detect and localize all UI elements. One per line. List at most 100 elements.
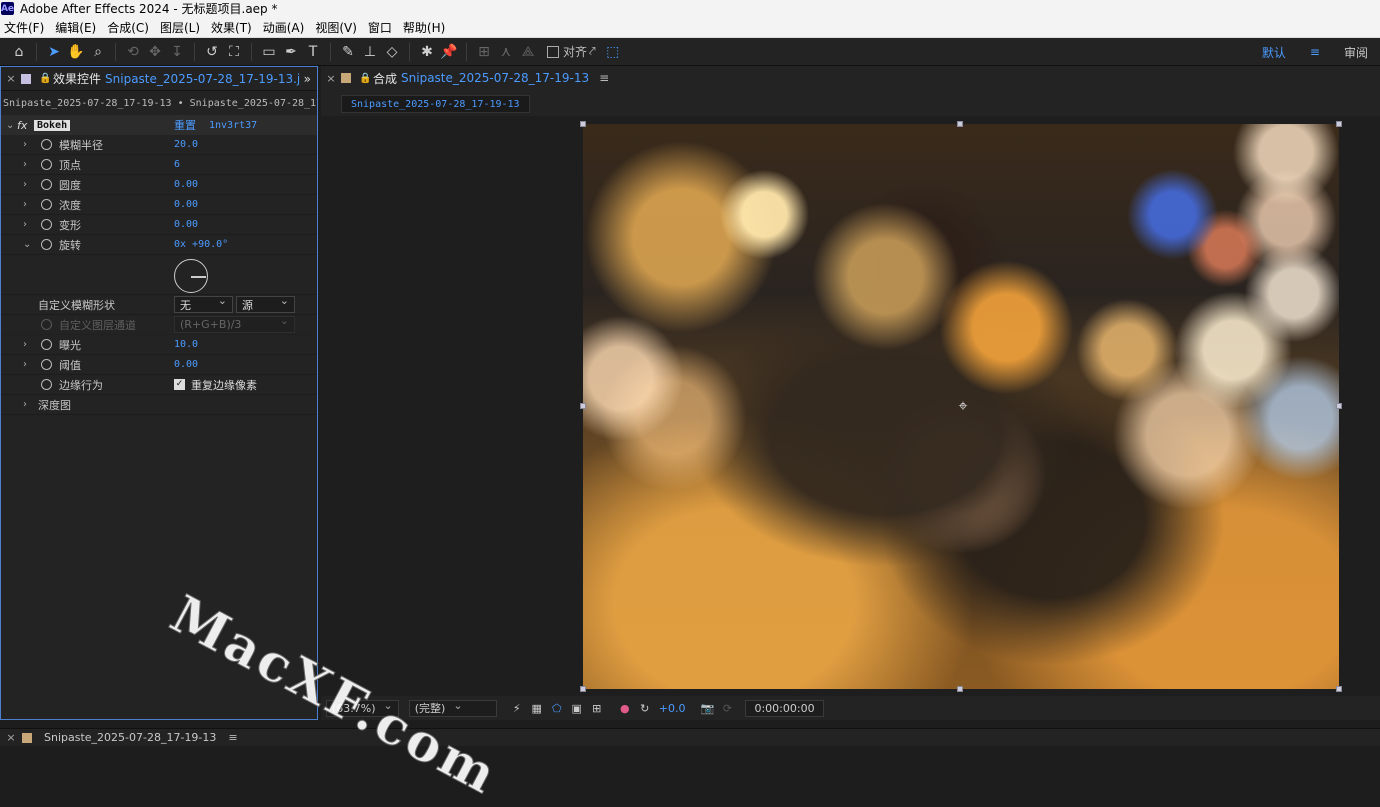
timecode-display[interactable]: 0:00:00:00 [745, 699, 824, 717]
param-row[interactable]: › 浓度 0.00 [1, 195, 317, 215]
mask-visibility-icon[interactable]: ⬠ [547, 700, 567, 717]
param-value[interactable]: 20.0 [174, 139, 198, 150]
lock-icon[interactable]: 🔒 [39, 73, 53, 84]
menu-effect[interactable]: 效果(T) [207, 19, 259, 36]
chevron-right-icon[interactable]: › [23, 179, 27, 190]
guides-icon[interactable]: ⊞ [587, 700, 607, 717]
chevron-right-icon[interactable]: › [23, 159, 27, 170]
close-icon[interactable]: × [0, 731, 22, 744]
param-value[interactable]: 0.00 [174, 199, 198, 210]
chevron-right-icon[interactable]: › [23, 339, 27, 350]
snap-options-icon[interactable]: ⤤ [589, 44, 596, 59]
rotate-tool-icon[interactable]: ↺ [201, 41, 223, 63]
rectangle-tool-icon[interactable]: ▭ [258, 41, 280, 63]
chevron-right-icon[interactable]: › [23, 399, 27, 410]
reset-exposure-icon[interactable]: ↻ [635, 700, 655, 717]
zoom-tool-icon[interactable]: ⌕ [87, 41, 109, 63]
param-row[interactable]: › 顶点 6 [1, 155, 317, 175]
transform-handle[interactable] [580, 686, 586, 692]
edge-behavior-checkbox[interactable]: ✓ [174, 379, 185, 390]
stopwatch-icon[interactable] [41, 379, 52, 390]
show-snapshot-icon[interactable]: ⟳ [717, 700, 737, 717]
menu-file[interactable]: 文件(F) [0, 19, 51, 36]
puppet-pin-tool-icon[interactable]: 📌 [438, 41, 460, 63]
stopwatch-icon[interactable] [41, 219, 52, 230]
home-icon[interactable]: ⌂ [8, 41, 30, 63]
composition-tab[interactable]: × 🔒 合成 Snipaste_2025-07-28_17-19-13 ≡ [321, 66, 1380, 90]
chevron-right-icon[interactable]: › [23, 359, 27, 370]
effect-controls-tab[interactable]: × 🔒 效果控件 Snipaste_2025-07-28_17-19-13.j … [1, 67, 317, 91]
chevron-down-icon[interactable]: ⌄ [23, 239, 31, 250]
menu-view[interactable]: 视图(V) [311, 19, 364, 36]
transform-handle[interactable] [1336, 403, 1342, 409]
fast-previews-icon[interactable]: ⚡ [507, 700, 527, 717]
snapping-toggle[interactable]: 对齐 ⤤ [547, 43, 596, 60]
stopwatch-icon[interactable] [41, 179, 52, 190]
effect-header-row[interactable]: ⌄ fx Bokeh 重置 1nv3rt37 [1, 115, 317, 135]
transparency-grid-icon[interactable]: ▦ [527, 700, 547, 717]
depth-map-row[interactable]: › 深度图 [1, 395, 317, 415]
workspace-default[interactable]: 默认 [1250, 44, 1298, 61]
workspace-menu-icon[interactable]: ≡ [1298, 45, 1332, 59]
panel-menu-icon[interactable]: ≡ [599, 71, 609, 85]
zoom-select[interactable]: (63.7%) [326, 699, 399, 717]
view-axis-icon[interactable]: ⟁ [517, 41, 539, 63]
snap-edges-icon[interactable]: ⬚ [602, 41, 624, 63]
chevron-right-icon[interactable]: › [23, 199, 27, 210]
close-icon[interactable]: × [321, 72, 341, 85]
transform-handle[interactable] [580, 121, 586, 127]
chevron-right-icon[interactable]: › [23, 219, 27, 230]
hand-tool-icon[interactable]: ✋ [65, 41, 87, 63]
menu-composition[interactable]: 合成(C) [103, 19, 156, 36]
panel-menu-icon[interactable]: ≡ [228, 731, 237, 744]
chevron-down-icon[interactable]: ⌄ [6, 120, 14, 131]
transform-handle[interactable] [580, 403, 586, 409]
snapshot-icon[interactable]: 📷 [697, 700, 717, 717]
stopwatch-icon[interactable] [41, 199, 52, 210]
anchor-point-icon[interactable]: ⌖ [954, 397, 972, 415]
resolution-select[interactable]: (完整) [408, 699, 497, 717]
stopwatch-icon[interactable] [41, 139, 52, 150]
param-row-rotation[interactable]: ⌄ 旋转 0x +90.0° [1, 235, 317, 255]
workspace-review[interactable]: 审阅 [1332, 44, 1380, 61]
edge-behavior-row[interactable]: 边缘行为 ✓ 重复边缘像素 [1, 375, 317, 395]
roto-brush-tool-icon[interactable]: ✱ [416, 41, 438, 63]
eraser-tool-icon[interactable]: ◇ [381, 41, 403, 63]
selection-tool-icon[interactable]: ➤ [43, 41, 65, 63]
dolly-camera-icon[interactable]: ↧ [166, 41, 188, 63]
pen-tool-icon[interactable]: ✒ [280, 41, 302, 63]
stopwatch-icon[interactable] [41, 239, 52, 250]
stopwatch-icon[interactable] [41, 159, 52, 170]
param-value[interactable]: 0x +90.0° [174, 239, 228, 250]
transform-handle[interactable] [1336, 686, 1342, 692]
close-icon[interactable]: × [1, 72, 21, 85]
region-of-interest-icon[interactable]: ▣ [567, 700, 587, 717]
clone-stamp-tool-icon[interactable]: ⊥ [359, 41, 381, 63]
param-row[interactable]: › 变形 0.00 [1, 215, 317, 235]
lock-icon[interactable]: 🔒 [359, 73, 373, 84]
composition-viewer[interactable]: ⌖ [321, 116, 1380, 696]
param-row[interactable]: › 模糊半径 20.0 [1, 135, 317, 155]
param-value[interactable]: 0.00 [174, 219, 198, 230]
color-channels-icon[interactable]: ● [615, 700, 635, 717]
custom-shape-select[interactable]: 无 [174, 294, 233, 313]
type-tool-icon[interactable]: T [302, 41, 324, 63]
orbit-camera-icon[interactable]: ⟲ [122, 41, 144, 63]
reset-link[interactable]: 重置 [174, 117, 196, 133]
panel-overflow-icon[interactable]: » [304, 72, 311, 86]
transform-handle[interactable] [957, 121, 963, 127]
comp-name-tab[interactable]: Snipaste_2025-07-28_17-19-13 [341, 95, 530, 113]
exposure-value[interactable]: +0.0 [659, 702, 686, 715]
param-value[interactable]: 0.00 [174, 359, 198, 370]
world-axis-icon[interactable]: ⋏ [495, 41, 517, 63]
custom-shape-source-select[interactable]: 源 [236, 294, 295, 313]
stopwatch-icon[interactable] [41, 339, 52, 350]
menu-edit[interactable]: 编辑(E) [51, 19, 103, 36]
effect-credit[interactable]: 1nv3rt37 [209, 120, 257, 131]
param-value[interactable]: 6 [174, 159, 180, 170]
transform-handle[interactable] [1336, 121, 1342, 127]
param-value[interactable]: 0.00 [174, 179, 198, 190]
local-axis-icon[interactable]: ⊞ [473, 41, 495, 63]
effect-controls-source[interactable]: Snipaste_2025-07-28_17-19-13.j [105, 72, 300, 86]
param-row[interactable]: › 阈值 0.00 [1, 355, 317, 375]
